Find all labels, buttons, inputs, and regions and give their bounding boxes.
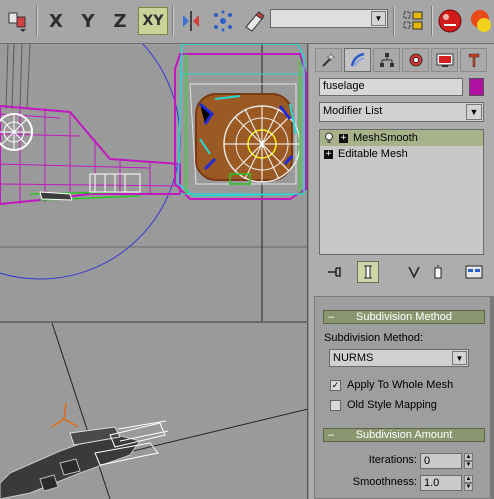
modifier-stack: + MeshSmooth + Editable Mesh xyxy=(319,129,484,255)
rollout-title: Subdivision Amount xyxy=(355,429,453,441)
rollout-subdivision-method[interactable]: – Subdivision Method xyxy=(323,310,485,324)
apply-whole-mesh-checkbox[interactable]: ✓ xyxy=(330,380,341,391)
stack-item-meshsmooth[interactable]: + MeshSmooth xyxy=(320,130,483,146)
top-viewport[interactable] xyxy=(0,44,308,322)
iterations-spinner[interactable]: ▲ ▼ xyxy=(464,453,473,469)
axis-x-label: X xyxy=(49,10,63,32)
stack-item-editable-mesh[interactable]: + Editable Mesh xyxy=(320,146,483,162)
chevron-down-icon[interactable]: ▼ xyxy=(371,11,386,26)
motion-tab[interactable] xyxy=(402,48,429,72)
selection-lock-icon[interactable] xyxy=(240,7,268,35)
iterations-label: Iterations: xyxy=(368,454,417,466)
restrict-y-button[interactable]: Y xyxy=(74,7,102,35)
command-panel-tabs xyxy=(315,48,491,74)
toolbar-separator xyxy=(36,6,38,36)
subdivision-method-value: NURMS xyxy=(333,352,374,364)
object-name-field[interactable]: fuselage xyxy=(319,78,463,96)
configure-modifier-sets-icon[interactable] xyxy=(463,261,485,283)
airplane-model xyxy=(0,420,169,499)
remove-modifier-icon[interactable] xyxy=(427,261,449,283)
material-editor-icon[interactable] xyxy=(466,7,494,35)
toolbar-separator xyxy=(172,6,174,36)
command-panel: fuselage Modifier List ▼ + MeshSmooth + … xyxy=(309,44,494,499)
perspective-viewport[interactable] xyxy=(0,323,308,499)
restrict-xy-button[interactable]: XY xyxy=(138,7,168,35)
show-end-result-icon[interactable] xyxy=(357,261,379,283)
transform-gizmo xyxy=(51,402,79,428)
layer-manager-icon[interactable] xyxy=(399,7,427,35)
old-style-mapping-label: Old Style Mapping xyxy=(347,399,437,411)
viewport-wireframe xyxy=(0,44,307,322)
restrict-z-button[interactable]: Z xyxy=(106,7,134,35)
subdivision-method-label: Subdivision Method: xyxy=(324,332,424,344)
apply-whole-mesh-label: Apply To Whole Mesh xyxy=(347,379,454,391)
modifier-list-label: Modifier List xyxy=(323,105,383,117)
chevron-down-icon[interactable]: ▼ xyxy=(466,104,482,120)
toolbar-separator xyxy=(393,6,395,36)
make-unique-icon[interactable] xyxy=(403,261,425,283)
expand-plus-icon[interactable]: + xyxy=(339,133,348,143)
axis-z-label: Z xyxy=(113,10,127,32)
smoothness-field[interactable]: 1.0 xyxy=(420,475,462,491)
create-tab[interactable] xyxy=(315,48,342,72)
render-teapot-icon[interactable] xyxy=(436,7,464,35)
hierarchy-tab[interactable] xyxy=(373,48,400,72)
axis-y-label: Y xyxy=(81,10,95,32)
stack-item-label: Editable Mesh xyxy=(338,148,408,160)
expand-plus-icon[interactable]: + xyxy=(324,149,333,159)
object-color-swatch[interactable] xyxy=(469,78,484,96)
main-toolbar: X Y Z XY ▼ xyxy=(0,0,494,44)
stack-item-label: MeshSmooth xyxy=(353,132,418,144)
viewport-perspective-scene xyxy=(0,323,307,499)
rollout-title: Subdivision Method xyxy=(355,311,452,323)
mirror-icon[interactable] xyxy=(177,7,205,35)
fuselage-cross-section xyxy=(174,44,307,200)
rollout-area: – Subdivision Method Subdivision Method:… xyxy=(314,296,491,499)
smoothness-spinner[interactable]: ▲ ▼ xyxy=(464,475,473,491)
axis-xy-label: XY xyxy=(142,13,164,29)
named-selection-set-dropdown[interactable]: ▼ xyxy=(270,9,388,28)
panel-scrollbar[interactable] xyxy=(490,296,494,499)
modify-tab[interactable] xyxy=(344,48,371,72)
restrict-x-button[interactable]: X xyxy=(42,7,70,35)
selection-filter-icon[interactable] xyxy=(4,7,32,35)
pin-stack-icon[interactable] xyxy=(323,261,345,283)
collapse-minus-icon: – xyxy=(328,311,335,323)
smoothness-label: Smoothness: xyxy=(352,476,417,488)
subdivision-method-dropdown[interactable]: NURMS ▼ xyxy=(329,349,469,367)
display-tab[interactable] xyxy=(431,48,458,72)
old-style-mapping-checkbox[interactable] xyxy=(330,400,341,411)
lightbulb-icon[interactable] xyxy=(324,132,334,144)
modifier-list-dropdown[interactable]: Modifier List ▼ xyxy=(319,102,484,122)
collapse-minus-icon: – xyxy=(328,429,335,441)
toolbar-separator xyxy=(431,6,433,36)
chevron-down-icon[interactable]: ▼ xyxy=(452,351,467,365)
utilities-tab[interactable] xyxy=(460,48,487,72)
align-icon[interactable] xyxy=(209,7,237,35)
rollout-subdivision-amount[interactable]: – Subdivision Amount xyxy=(323,428,485,442)
iterations-field[interactable]: 0 xyxy=(420,453,462,469)
stack-toolbar xyxy=(319,261,489,285)
